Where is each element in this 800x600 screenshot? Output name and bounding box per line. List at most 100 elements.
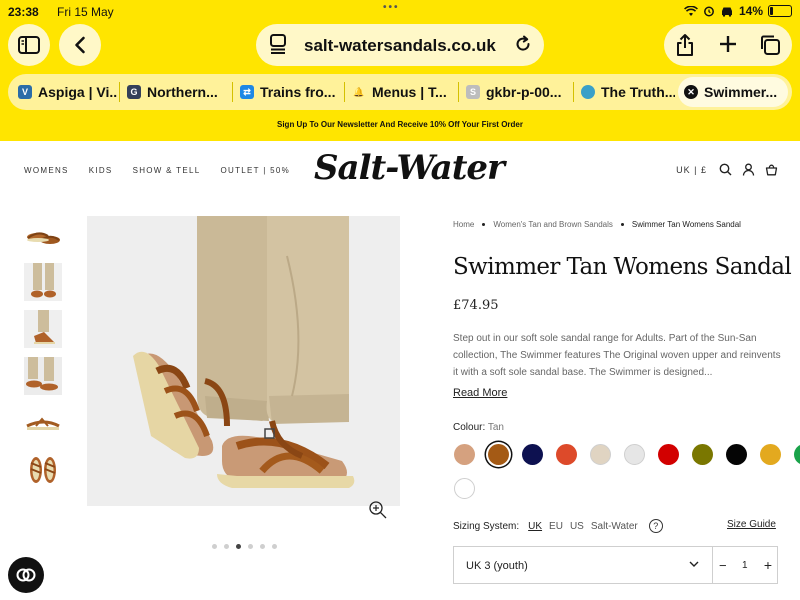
thumbnail[interactable] [24, 216, 62, 254]
tab-separator [458, 82, 459, 102]
colour-label: Colour: Tan [453, 422, 504, 433]
basket-icon[interactable] [765, 163, 778, 176]
battery-icon [768, 5, 792, 17]
colour-swatch[interactable] [488, 444, 509, 465]
sizing-option-us[interactable]: US [570, 521, 584, 532]
nav-item-outlet[interactable]: OUTLET | 50% [221, 166, 291, 175]
carousel-dot[interactable] [224, 544, 229, 549]
status-date: Fri 15 May [57, 5, 114, 19]
quantity-value[interactable]: 1 [742, 560, 748, 571]
carousel-dot[interactable] [212, 544, 217, 549]
account-icon[interactable] [742, 163, 755, 176]
colour-swatch[interactable] [454, 444, 475, 465]
size-guide-link[interactable]: Size Guide [727, 519, 776, 530]
carousel-dot[interactable] [260, 544, 265, 549]
tab-7[interactable]: ✕ Swimmer... [678, 77, 788, 107]
tab-separator [119, 82, 120, 102]
tab-title: gkbr-p-00... [486, 84, 562, 100]
colour-swatch[interactable] [624, 444, 645, 465]
thumbnail[interactable] [24, 310, 62, 348]
nav-item-show-tell[interactable]: SHOW & TELL [133, 166, 201, 175]
product-image[interactable] [87, 216, 400, 506]
page-menu-icon[interactable] [270, 34, 286, 59]
battery-percent: 14% [738, 4, 763, 18]
sidebar-toggle-button[interactable] [8, 24, 50, 66]
read-more-link[interactable]: Read More [453, 387, 507, 399]
sizing-option-salt-water[interactable]: Salt-Water [591, 521, 638, 532]
carousel-pagination [212, 544, 277, 549]
car-icon [721, 7, 732, 17]
tab-overview-icon[interactable] [759, 34, 781, 61]
colour-swatch[interactable] [590, 444, 611, 465]
sizing-system: Sizing System: UK EU US Salt-Water ? [453, 519, 663, 533]
thumbnail[interactable] [24, 404, 62, 442]
size-dropdown[interactable]: UK 3 (youth) [453, 546, 713, 584]
breadcrumb-separator [620, 223, 624, 226]
tab-title: Northern... [147, 84, 218, 100]
sizing-label: Sizing System: [453, 520, 520, 532]
product-price: £74.95 [453, 298, 499, 313]
colour-swatch[interactable] [692, 444, 713, 465]
northern-favicon: G [127, 85, 141, 99]
breadcrumb-home[interactable]: Home [453, 220, 474, 229]
colour-swatch[interactable] [794, 444, 800, 465]
tab-3[interactable]: ⇄ Trains fro... [234, 74, 341, 110]
tab-bar: V Aspiga | Vi... G Northern... ⇄ Trains fro..… [8, 74, 792, 110]
tab-1[interactable]: V Aspiga | Vi... [12, 74, 117, 110]
url-text: salt-watersandals.co.uk [304, 36, 496, 55]
tab-title: Swimmer... [704, 84, 778, 100]
multitasking-dots-icon[interactable]: ••• [383, 2, 400, 13]
thumbnail[interactable] [24, 357, 62, 395]
tab-title: Trains fro... [260, 84, 336, 100]
breadcrumb-category[interactable]: Women's Tan and Brown Sandals [493, 220, 613, 229]
carousel-dot[interactable] [236, 544, 241, 549]
tab-6[interactable]: The Truth... [575, 74, 675, 110]
back-button[interactable] [59, 24, 101, 66]
colour-swatch[interactable] [760, 444, 781, 465]
quantity-decrease-button[interactable]: − [719, 558, 727, 573]
browser-chrome: 23:38 Fri 15 May ••• 14% salt-watersanda… [0, 0, 800, 141]
tab-5[interactable]: Sgkbr-p-00... [460, 74, 570, 110]
sizing-option-eu[interactable]: EU [549, 521, 563, 532]
colour-swatch[interactable] [726, 444, 747, 465]
aspiga-favicon: V [18, 85, 32, 99]
carousel-dot[interactable] [248, 544, 253, 549]
tab-4[interactable]: 🔔 Menus | T... [346, 74, 456, 110]
currency-selector[interactable]: UK | £ [676, 165, 707, 175]
nav-item-womens[interactable]: WOMENS [24, 166, 69, 175]
search-icon[interactable] [719, 163, 732, 176]
tab-separator [232, 82, 233, 102]
header-actions: UK | £ [676, 163, 778, 176]
nav-item-kids[interactable]: KIDS [89, 166, 113, 175]
reload-icon[interactable] [514, 35, 532, 58]
colour-swatch[interactable] [454, 478, 475, 499]
status-bar: 23:38 Fri 15 May ••• 14% [0, 0, 800, 24]
zoom-in-icon[interactable] [368, 500, 388, 525]
tab-2[interactable]: G Northern... [121, 74, 229, 110]
quantity-stepper: − 1 + [712, 546, 778, 584]
chat-button[interactable] [8, 557, 44, 593]
trains-favicon: ⇄ [240, 85, 254, 99]
tab-title: Menus | T... [372, 84, 447, 100]
sizing-option-uk[interactable]: UK [528, 521, 542, 532]
close-tab-icon[interactable]: ✕ [684, 85, 698, 99]
thumbnail[interactable] [24, 451, 62, 489]
thumbnail[interactable] [24, 263, 62, 301]
new-tab-icon[interactable] [718, 34, 738, 59]
colour-swatch[interactable] [522, 444, 543, 465]
quantity-increase-button[interactable]: + [764, 557, 772, 573]
colour-swatch[interactable] [658, 444, 679, 465]
breadcrumb: Home Women's Tan and Brown Sandals Swimm… [453, 220, 741, 229]
status-indicators: 14% [684, 4, 792, 18]
share-icon[interactable] [675, 33, 695, 62]
tab-title: The Truth... [601, 84, 675, 100]
help-icon[interactable]: ? [648, 519, 663, 533]
site-logo[interactable]: Salt-Water [314, 148, 505, 188]
product-title: Swimmer Tan Womens Sandal [453, 254, 792, 280]
colour-swatch[interactable] [556, 444, 577, 465]
carousel-dot[interactable] [272, 544, 277, 549]
address-bar[interactable]: salt-watersandals.co.uk [256, 24, 544, 66]
sidebar-icon [18, 36, 40, 54]
newsletter-banner[interactable]: Sign Up To Our Newsletter And Receive 10… [0, 120, 800, 129]
bell-favicon: 🔔 [353, 86, 365, 97]
